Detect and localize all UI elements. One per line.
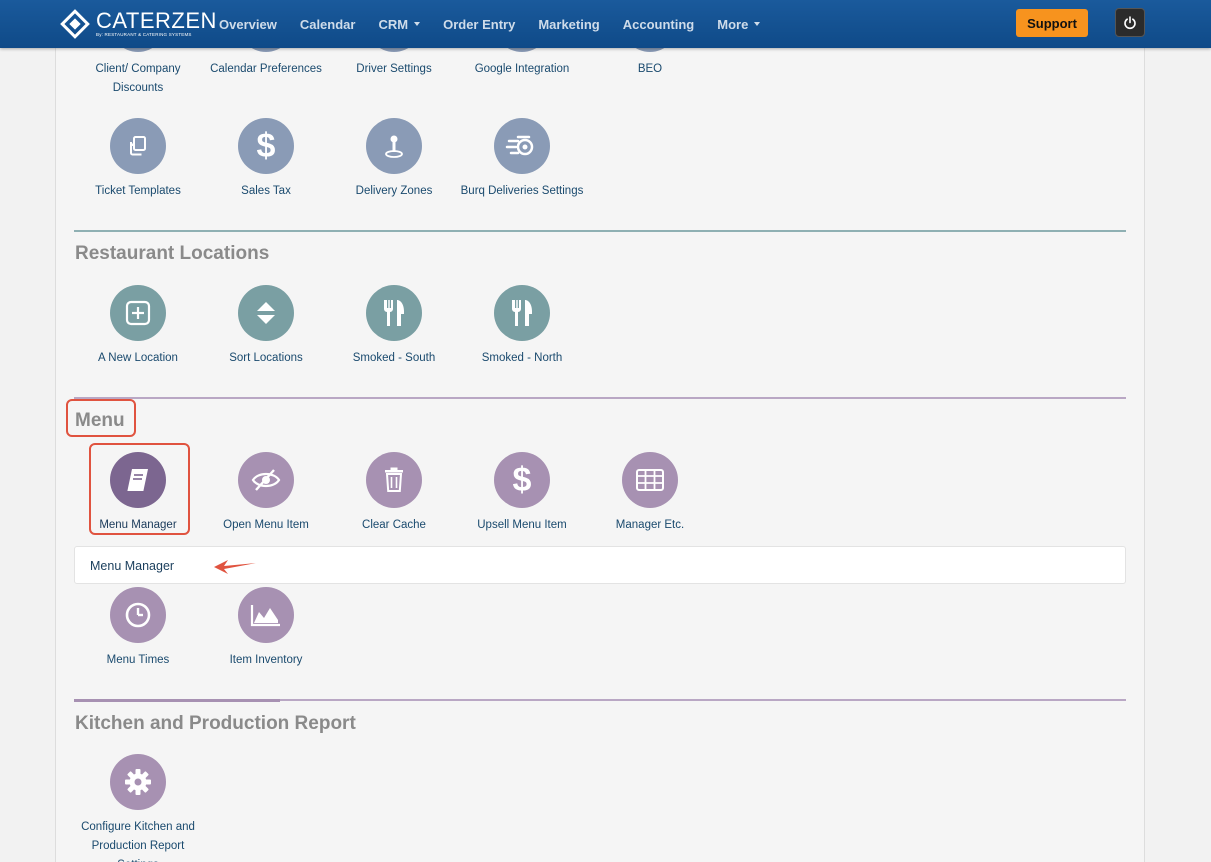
tile-smoked-north[interactable]: Smoked - North bbox=[458, 285, 586, 368]
tile-label: BEO bbox=[637, 63, 663, 75]
tile-manager-etc[interactable]: Manager Etc. bbox=[586, 452, 714, 535]
tile-label: Manager Etc. bbox=[615, 519, 685, 531]
tile-ticket-templates[interactable]: Ticket Templates bbox=[74, 118, 202, 201]
tile-label: Menu Times bbox=[106, 654, 170, 666]
gear-icon bbox=[110, 754, 166, 810]
copy-icon bbox=[110, 118, 166, 174]
nav-marketing[interactable]: Marketing bbox=[538, 17, 599, 32]
logo-text: CATERZEN bbox=[96, 8, 217, 33]
menu-manager-tooltip: Menu Manager bbox=[74, 546, 1126, 584]
menu-manager-highlight bbox=[89, 443, 190, 535]
grid-icon bbox=[622, 452, 678, 508]
tile-burq-deliveries-settings[interactable]: Burq Deliveries Settings bbox=[458, 118, 586, 201]
tile-open-menu-item[interactable]: Open Menu Item bbox=[202, 452, 330, 535]
tile-label: Open Menu Item bbox=[223, 519, 309, 531]
section-divider bbox=[74, 230, 1126, 232]
map-pin-icon bbox=[366, 118, 422, 174]
trash-icon bbox=[366, 452, 422, 508]
tooltip-text: Menu Manager bbox=[90, 559, 175, 573]
kitchen-title: Kitchen and Production Report bbox=[75, 713, 356, 734]
tile-label: Item Inventory bbox=[229, 654, 303, 666]
dollar-icon: $ bbox=[238, 118, 294, 174]
utensils-icon bbox=[366, 285, 422, 341]
nav-overview[interactable]: Overview bbox=[219, 17, 277, 32]
nav-label: Accounting bbox=[622, 16, 695, 32]
nav-label: Marketing bbox=[538, 16, 600, 32]
utensils-icon bbox=[494, 285, 550, 341]
nav-label: Order Entry bbox=[443, 16, 516, 32]
tile-label: Sort Locations bbox=[229, 352, 303, 364]
settings-page: Client/ Company Discounts Calendar Prefe… bbox=[55, 0, 1145, 862]
tile-label: Google Integration bbox=[474, 63, 570, 75]
tile-delivery-zones[interactable]: Delivery Zones bbox=[330, 118, 458, 201]
plus-square-icon bbox=[110, 285, 166, 341]
nav-crm[interactable]: CRM bbox=[378, 16, 421, 32]
tile-configure-kitchen-report[interactable]: Configure Kitchen and Production Report … bbox=[74, 754, 202, 862]
nav-calendar[interactable]: Calendar bbox=[300, 17, 356, 32]
dollar-icon: $ bbox=[494, 452, 550, 508]
tile-sort-locations[interactable]: Sort Locations bbox=[202, 285, 330, 368]
caterzen-logo[interactable]: CATERZEN By: RESTAURANT & CATERING SYSTE… bbox=[60, 9, 217, 39]
pointer-arrow-icon bbox=[214, 560, 256, 574]
caret-down-icon bbox=[414, 22, 421, 26]
tile-label: Configure Kitchen and Production Report … bbox=[81, 821, 195, 862]
tile-label: Calendar Preferences bbox=[210, 63, 322, 75]
tile-label: Sales Tax bbox=[241, 185, 291, 197]
tile-label: Clear Cache bbox=[362, 519, 426, 531]
logout-button[interactable] bbox=[1115, 8, 1145, 37]
area-chart-icon bbox=[238, 587, 294, 643]
eye-slash-icon bbox=[238, 452, 294, 508]
section-divider bbox=[74, 397, 1126, 399]
tile-clear-cache[interactable]: Clear Cache bbox=[330, 452, 458, 535]
nav-label: Overview bbox=[219, 16, 277, 32]
caret-down-icon bbox=[754, 22, 761, 26]
tile-label: Client/ Company Discounts bbox=[95, 63, 181, 94]
tile-label: Delivery Zones bbox=[355, 185, 433, 197]
tile-label: Ticket Templates bbox=[95, 185, 181, 197]
tile-upsell-menu-item[interactable]: $ Upsell Menu Item bbox=[458, 452, 586, 535]
tile-label: Upsell Menu Item bbox=[477, 519, 567, 531]
nav-label: More bbox=[717, 16, 749, 32]
nav-label: Calendar bbox=[299, 16, 356, 32]
restaurant-locations-title: Restaurant Locations bbox=[75, 243, 270, 264]
nav-accounting[interactable]: Accounting bbox=[623, 17, 695, 32]
section-divider-accent bbox=[74, 699, 280, 702]
support-button[interactable]: Support bbox=[1016, 9, 1088, 37]
tile-label: Driver Settings bbox=[356, 63, 432, 75]
menu-title-highlight bbox=[66, 399, 136, 437]
top-navbar: CATERZEN By: RESTAURANT & CATERING SYSTE… bbox=[0, 0, 1211, 48]
power-icon bbox=[1124, 15, 1136, 29]
fast-delivery-icon bbox=[494, 118, 550, 174]
tile-smoked-south[interactable]: Smoked - South bbox=[330, 285, 458, 368]
tile-label: Smoked - North bbox=[481, 352, 563, 364]
tile-sales-tax[interactable]: $ Sales Tax bbox=[202, 118, 330, 201]
nav-more[interactable]: More bbox=[717, 16, 761, 32]
tile-label: Smoked - South bbox=[352, 352, 436, 364]
tile-item-inventory[interactable]: Item Inventory bbox=[202, 587, 330, 670]
logo-diamond-icon bbox=[60, 9, 90, 39]
tile-new-location[interactable]: A New Location bbox=[74, 285, 202, 368]
tile-menu-times[interactable]: Menu Times bbox=[74, 587, 202, 670]
clock-icon bbox=[110, 587, 166, 643]
tile-label: Burq Deliveries Settings bbox=[460, 185, 584, 197]
tile-label: A New Location bbox=[98, 352, 178, 364]
sort-icon bbox=[238, 285, 294, 341]
nav-order-entry[interactable]: Order Entry bbox=[443, 17, 515, 32]
nav-label: CRM bbox=[378, 16, 409, 32]
main-nav: Overview Calendar CRM Order Entry Market… bbox=[219, 0, 783, 48]
